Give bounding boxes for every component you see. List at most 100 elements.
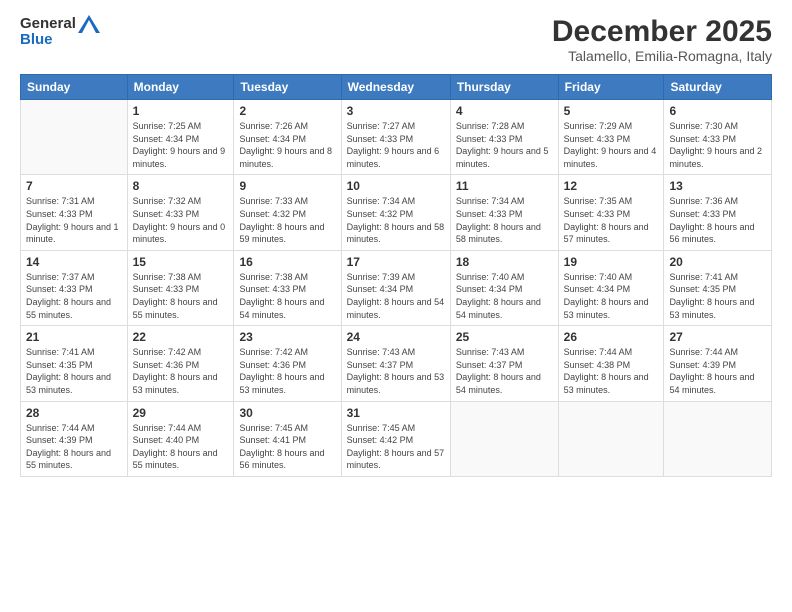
day-info: Sunrise: 7:42 AMSunset: 4:36 PMDaylight:…: [239, 346, 335, 396]
page: General Blue December 2025 Talamello, Em…: [0, 0, 792, 612]
calendar-cell: 8 Sunrise: 7:32 AMSunset: 4:33 PMDaylight…: [127, 175, 234, 250]
calendar-cell: 18 Sunrise: 7:40 AMSunset: 4:34 PMDayligh…: [450, 250, 558, 325]
day-info: Sunrise: 7:43 AMSunset: 4:37 PMDaylight:…: [347, 346, 445, 396]
day-number: 5: [564, 104, 659, 118]
day-number: 30: [239, 406, 335, 420]
calendar-cell: 14 Sunrise: 7:37 AMSunset: 4:33 PMDayligh…: [21, 250, 128, 325]
day-info: Sunrise: 7:36 AMSunset: 4:33 PMDaylight:…: [669, 195, 766, 245]
day-info: Sunrise: 7:29 AMSunset: 4:33 PMDaylight:…: [564, 120, 659, 170]
calendar-cell: 29 Sunrise: 7:44 AMSunset: 4:40 PMDayligh…: [127, 401, 234, 476]
calendar-week-0: 1 Sunrise: 7:25 AMSunset: 4:34 PMDaylight…: [21, 100, 772, 175]
calendar-cell: 12 Sunrise: 7:35 AMSunset: 4:33 PMDayligh…: [558, 175, 664, 250]
day-number: 29: [133, 406, 229, 420]
day-number: 3: [347, 104, 445, 118]
calendar-cell: 3 Sunrise: 7:27 AMSunset: 4:33 PMDaylight…: [341, 100, 450, 175]
weekday-header-saturday: Saturday: [664, 75, 772, 100]
calendar-cell: 31Sunrise: 7:45 AMSunset: 4:42 PMDayligh…: [341, 401, 450, 476]
weekday-header-row: SundayMondayTuesdayWednesdayThursdayFrid…: [21, 75, 772, 100]
day-info: Sunrise: 7:34 AMSunset: 4:33 PMDaylight:…: [456, 195, 553, 245]
day-info: Sunrise: 7:35 AMSunset: 4:33 PMDaylight:…: [564, 195, 659, 245]
logo-icon: [78, 15, 100, 33]
location-title: Talamello, Emilia-Romagna, Italy: [552, 48, 772, 64]
day-info: Sunrise: 7:41 AMSunset: 4:35 PMDaylight:…: [669, 271, 766, 321]
calendar-cell: 2 Sunrise: 7:26 AMSunset: 4:34 PMDaylight…: [234, 100, 341, 175]
calendar-cell: 23Sunrise: 7:42 AMSunset: 4:36 PMDayligh…: [234, 326, 341, 401]
calendar-cell: 25 Sunrise: 7:43 AMSunset: 4:37 PMDayligh…: [450, 326, 558, 401]
day-number: 17: [347, 255, 445, 269]
weekday-header-friday: Friday: [558, 75, 664, 100]
day-info: Sunrise: 7:40 AMSunset: 4:34 PMDaylight:…: [564, 271, 659, 321]
calendar-cell: 17Sunrise: 7:39 AMSunset: 4:34 PMDayligh…: [341, 250, 450, 325]
day-number: 12: [564, 179, 659, 193]
calendar-cell: [450, 401, 558, 476]
calendar-cell: 1 Sunrise: 7:25 AMSunset: 4:34 PMDaylight…: [127, 100, 234, 175]
day-number: 24: [347, 330, 445, 344]
day-number: 16: [239, 255, 335, 269]
day-number: 14: [26, 255, 122, 269]
day-number: 11: [456, 179, 553, 193]
day-number: 4: [456, 104, 553, 118]
day-number: 27: [669, 330, 766, 344]
calendar-cell: 10 Sunrise: 7:34 AMSunset: 4:32 PMDayligh…: [341, 175, 450, 250]
day-number: 13: [669, 179, 766, 193]
calendar-cell: 30 Sunrise: 7:45 AMSunset: 4:41 PMDayligh…: [234, 401, 341, 476]
day-number: 20: [669, 255, 766, 269]
calendar-cell: 13 Sunrise: 7:36 AMSunset: 4:33 PMDayligh…: [664, 175, 772, 250]
calendar-cell: 9 Sunrise: 7:33 AMSunset: 4:32 PMDaylight…: [234, 175, 341, 250]
calendar-cell: 28Sunrise: 7:44 AMSunset: 4:39 PMDayligh…: [21, 401, 128, 476]
logo-blue-text: Blue: [20, 31, 53, 49]
weekday-header-thursday: Thursday: [450, 75, 558, 100]
day-info: Sunrise: 7:41 AMSunset: 4:35 PMDaylight:…: [26, 346, 122, 396]
calendar-cell: 15 Sunrise: 7:38 AMSunset: 4:33 PMDayligh…: [127, 250, 234, 325]
calendar-cell: 24 Sunrise: 7:43 AMSunset: 4:37 PMDayligh…: [341, 326, 450, 401]
calendar-cell: [664, 401, 772, 476]
day-info: Sunrise: 7:42 AMSunset: 4:36 PMDaylight:…: [133, 346, 229, 396]
day-number: 2: [239, 104, 335, 118]
day-number: 9: [239, 179, 335, 193]
day-number: 10: [347, 179, 445, 193]
day-info: Sunrise: 7:26 AMSunset: 4:34 PMDaylight:…: [239, 120, 335, 170]
day-number: 1: [133, 104, 229, 118]
calendar-week-4: 28Sunrise: 7:44 AMSunset: 4:39 PMDayligh…: [21, 401, 772, 476]
calendar-cell: 16 Sunrise: 7:38 AMSunset: 4:33 PMDayligh…: [234, 250, 341, 325]
day-info: Sunrise: 7:27 AMSunset: 4:33 PMDaylight:…: [347, 120, 445, 170]
calendar-week-3: 21Sunrise: 7:41 AMSunset: 4:35 PMDayligh…: [21, 326, 772, 401]
day-number: 26: [564, 330, 659, 344]
weekday-header-monday: Monday: [127, 75, 234, 100]
day-info: Sunrise: 7:44 AMSunset: 4:40 PMDaylight:…: [133, 422, 229, 472]
day-number: 18: [456, 255, 553, 269]
day-number: 28: [26, 406, 122, 420]
calendar-cell: 6Sunrise: 7:30 AMSunset: 4:33 PMDaylight…: [664, 100, 772, 175]
day-info: Sunrise: 7:37 AMSunset: 4:33 PMDaylight:…: [26, 271, 122, 321]
day-info: Sunrise: 7:45 AMSunset: 4:42 PMDaylight:…: [347, 422, 445, 472]
day-info: Sunrise: 7:34 AMSunset: 4:32 PMDaylight:…: [347, 195, 445, 245]
day-number: 15: [133, 255, 229, 269]
day-info: Sunrise: 7:33 AMSunset: 4:32 PMDaylight:…: [239, 195, 335, 245]
weekday-header-tuesday: Tuesday: [234, 75, 341, 100]
calendar-table: SundayMondayTuesdayWednesdayThursdayFrid…: [20, 74, 772, 477]
calendar-cell: 21Sunrise: 7:41 AMSunset: 4:35 PMDayligh…: [21, 326, 128, 401]
day-info: Sunrise: 7:38 AMSunset: 4:33 PMDaylight:…: [133, 271, 229, 321]
calendar-cell: 19 Sunrise: 7:40 AMSunset: 4:34 PMDayligh…: [558, 250, 664, 325]
calendar-cell: 4Sunrise: 7:28 AMSunset: 4:33 PMDaylight…: [450, 100, 558, 175]
day-number: 25: [456, 330, 553, 344]
day-info: Sunrise: 7:31 AMSunset: 4:33 PMDaylight:…: [26, 195, 122, 245]
calendar-cell: 5 Sunrise: 7:29 AMSunset: 4:33 PMDaylight…: [558, 100, 664, 175]
day-info: Sunrise: 7:43 AMSunset: 4:37 PMDaylight:…: [456, 346, 553, 396]
month-title: December 2025: [552, 15, 772, 48]
day-number: 8: [133, 179, 229, 193]
calendar-cell: [558, 401, 664, 476]
weekday-header-sunday: Sunday: [21, 75, 128, 100]
day-info: Sunrise: 7:25 AMSunset: 4:34 PMDaylight:…: [133, 120, 229, 170]
day-info: Sunrise: 7:45 AMSunset: 4:41 PMDaylight:…: [239, 422, 335, 472]
calendar-cell: 11 Sunrise: 7:34 AMSunset: 4:33 PMDayligh…: [450, 175, 558, 250]
day-number: 19: [564, 255, 659, 269]
calendar-cell: 22Sunrise: 7:42 AMSunset: 4:36 PMDayligh…: [127, 326, 234, 401]
day-info: Sunrise: 7:40 AMSunset: 4:34 PMDaylight:…: [456, 271, 553, 321]
calendar-cell: 27Sunrise: 7:44 AMSunset: 4:39 PMDayligh…: [664, 326, 772, 401]
day-info: Sunrise: 7:38 AMSunset: 4:33 PMDaylight:…: [239, 271, 335, 321]
day-info: Sunrise: 7:30 AMSunset: 4:33 PMDaylight:…: [669, 120, 766, 170]
calendar-cell: 20 Sunrise: 7:41 AMSunset: 4:35 PMDayligh…: [664, 250, 772, 325]
day-info: Sunrise: 7:32 AMSunset: 4:33 PMDaylight:…: [133, 195, 229, 245]
logo: General Blue: [20, 15, 100, 49]
